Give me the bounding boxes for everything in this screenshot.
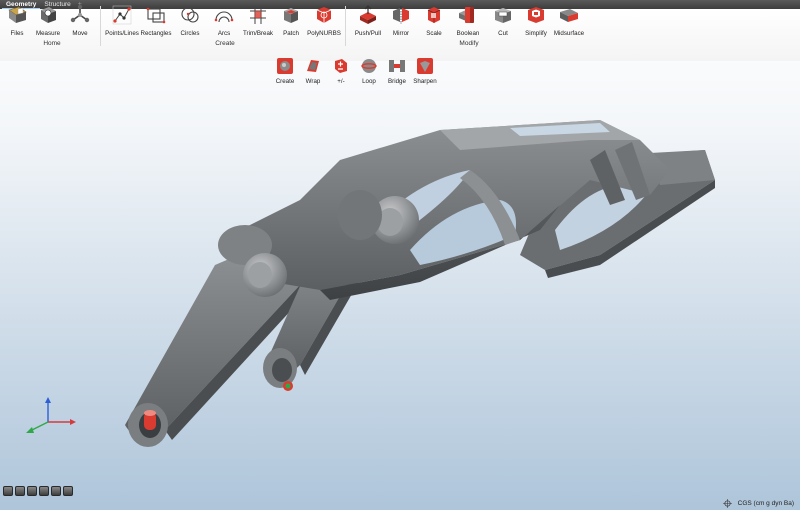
bridge-icon (389, 60, 405, 72)
create-label: Create (275, 78, 295, 85)
midsurface-icon (560, 9, 578, 22)
rectangles-label: Rectangles (140, 30, 172, 37)
measure-label: Measure (35, 30, 61, 37)
fit-view-icon[interactable] (39, 486, 49, 496)
points-lines-label: Points/Lines (105, 30, 139, 37)
points-lines-icon (112, 5, 132, 25)
polynurbs-icon (316, 7, 332, 23)
push-pull-icon (360, 5, 376, 24)
bridge-label: Bridge (388, 78, 406, 85)
rotate-icon[interactable] (63, 486, 73, 496)
polynurbs-label: PolyNURBS (307, 30, 341, 37)
sharpen-button[interactable]: Sharpen (405, 57, 445, 97)
wrap-label: Wrap (305, 78, 321, 85)
rectangles-icon (146, 7, 166, 24)
view-toolbar (3, 486, 73, 496)
trim-break-label: Trim/Break (242, 30, 274, 37)
ribbon-separator (100, 6, 101, 46)
ribbon-separator (345, 6, 346, 46)
arcs-label: Arcs (217, 30, 231, 37)
status-bar: CGS (cm g dyn Ba) (722, 499, 794, 508)
section-icon[interactable] (15, 486, 25, 496)
push-pull-label: Push/Pull (354, 30, 382, 37)
move-label: Move (72, 30, 88, 37)
boolean-label: Boolean (456, 30, 480, 37)
boolean-icon (459, 7, 474, 23)
cut-icon (495, 8, 511, 23)
move-button[interactable]: Move (60, 4, 100, 44)
patch-icon (284, 8, 298, 23)
midsurface-button[interactable]: Midsurface (549, 4, 589, 44)
create-icon (277, 58, 293, 74)
simplify-icon (528, 7, 544, 23)
plus-minus-icon (335, 59, 347, 73)
polynurbs-button[interactable]: PolyNURBS (304, 4, 344, 44)
simplify-label: Simplify (525, 30, 547, 37)
crosshair-icon[interactable] (722, 499, 732, 508)
sharpen-label: Sharpen (413, 78, 437, 85)
trim-break-icon (250, 6, 266, 24)
move-icon (70, 4, 90, 23)
create-group-label: Create (215, 40, 235, 47)
bracket-model[interactable] (125, 120, 715, 447)
home-group-label: Home (43, 40, 61, 47)
sharpen-icon (417, 58, 433, 74)
scale-icon (427, 7, 441, 23)
3d-viewport[interactable] (0, 100, 800, 490)
wrap-icon (307, 60, 319, 72)
cut-label: Cut (498, 30, 508, 37)
zoom-icon[interactable] (51, 486, 61, 496)
scale-label: Scale (426, 30, 442, 37)
patch-label: Patch (283, 30, 299, 37)
loop-icon (361, 59, 377, 73)
loop-label: Loop (362, 78, 376, 85)
view-cube-icon[interactable] (3, 486, 13, 496)
modify-group-label: Modify (459, 40, 479, 47)
display-icon[interactable] (27, 486, 37, 496)
mirror-icon (393, 6, 409, 24)
circles-icon (181, 7, 199, 23)
units-selector[interactable]: CGS (cm g dyn Ba) (738, 500, 794, 507)
circles-label: Circles (180, 30, 200, 37)
mirror-label: Mirror (392, 30, 410, 37)
plus-minus-label: +/- (337, 78, 345, 85)
files-icon (8, 6, 27, 23)
files-label: Files (10, 30, 24, 37)
midsurface-label: Midsurface (553, 30, 585, 37)
measure-icon (41, 7, 56, 23)
axis-triad (26, 397, 76, 433)
arcs-icon (214, 11, 234, 23)
boolean-button[interactable]: Boolean (448, 4, 488, 44)
